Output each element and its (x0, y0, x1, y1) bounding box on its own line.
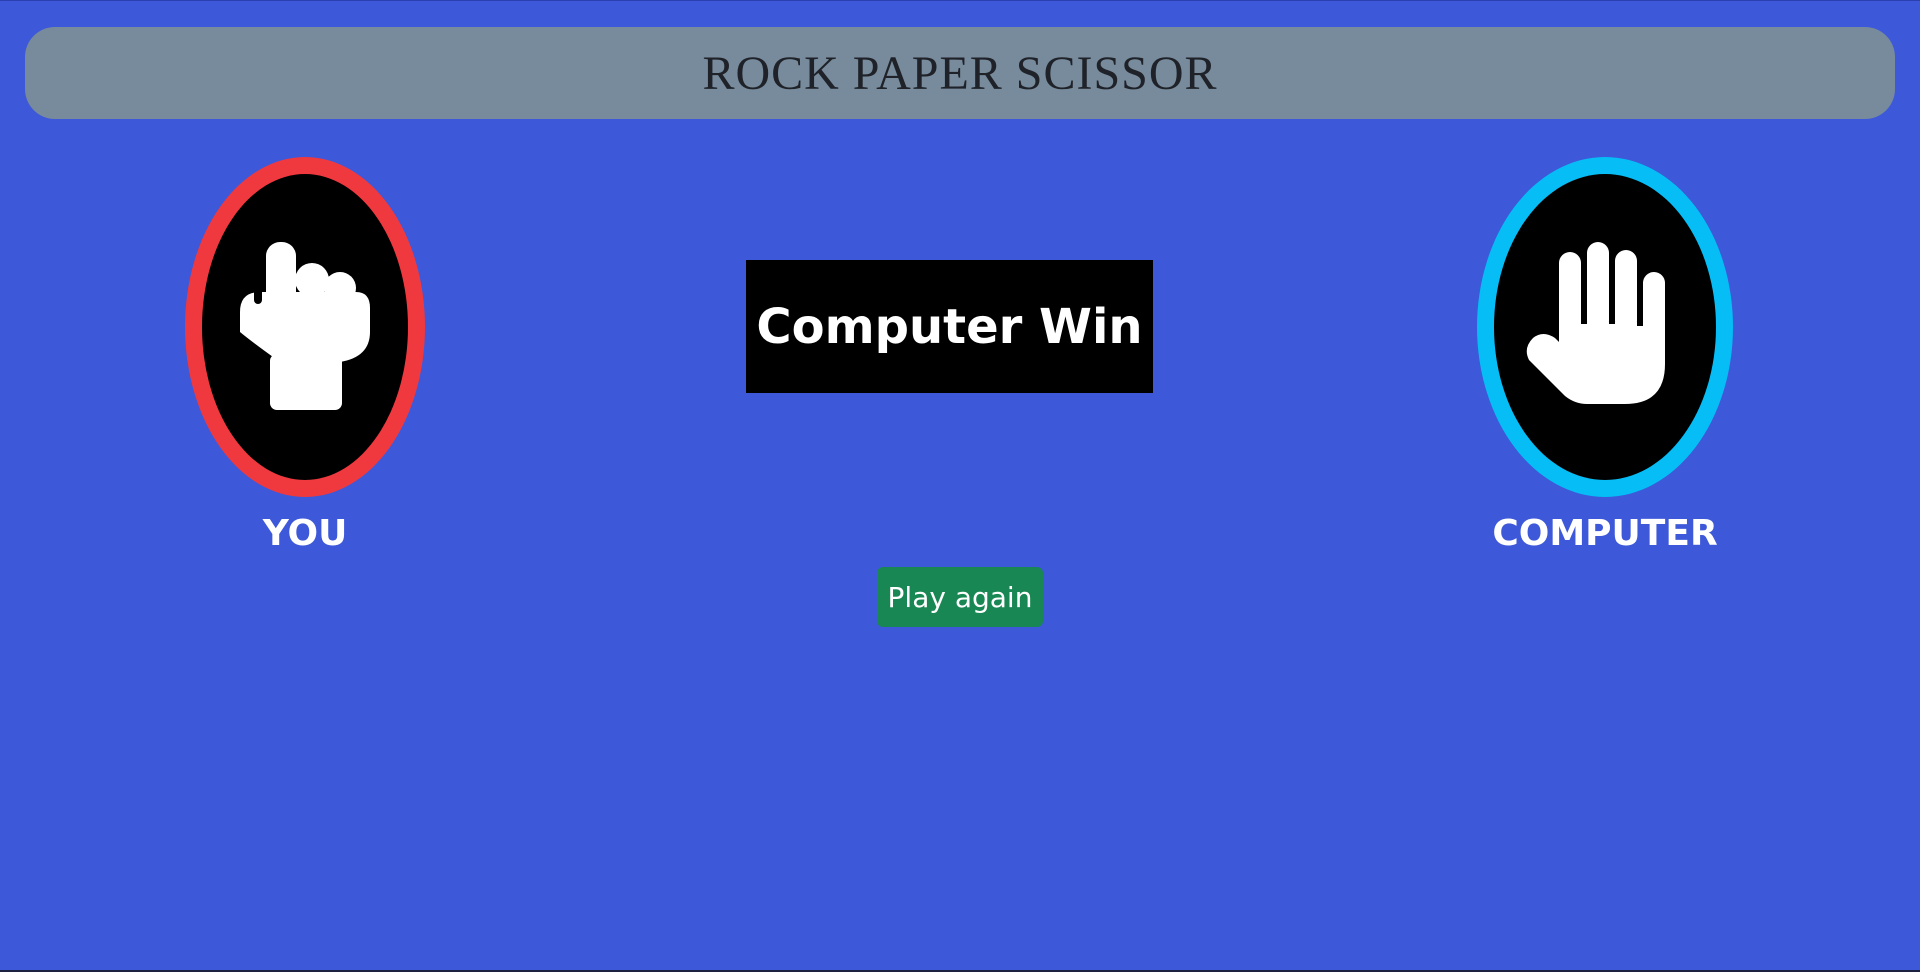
result-text: Computer Win (756, 298, 1143, 355)
result-box: Computer Win (746, 260, 1153, 393)
game-screen: ROCK PAPER SCISSOR YOU Computer Win COMP… (0, 0, 1920, 972)
rock-fist-icon (240, 242, 370, 410)
player-computer: COMPUTER (1477, 157, 1733, 554)
computer-choice-oval (1477, 157, 1733, 497)
paper-hand-icon (1526, 242, 1665, 404)
player-computer-label: COMPUTER (1492, 513, 1718, 554)
page-title: ROCK PAPER SCISSOR (702, 46, 1218, 100)
player-you-label: YOU (262, 513, 348, 554)
header-bar: ROCK PAPER SCISSOR (25, 27, 1895, 119)
player-choice-oval (185, 157, 425, 497)
player-you: YOU (185, 157, 425, 554)
play-again-button[interactable]: Play again (877, 567, 1043, 627)
